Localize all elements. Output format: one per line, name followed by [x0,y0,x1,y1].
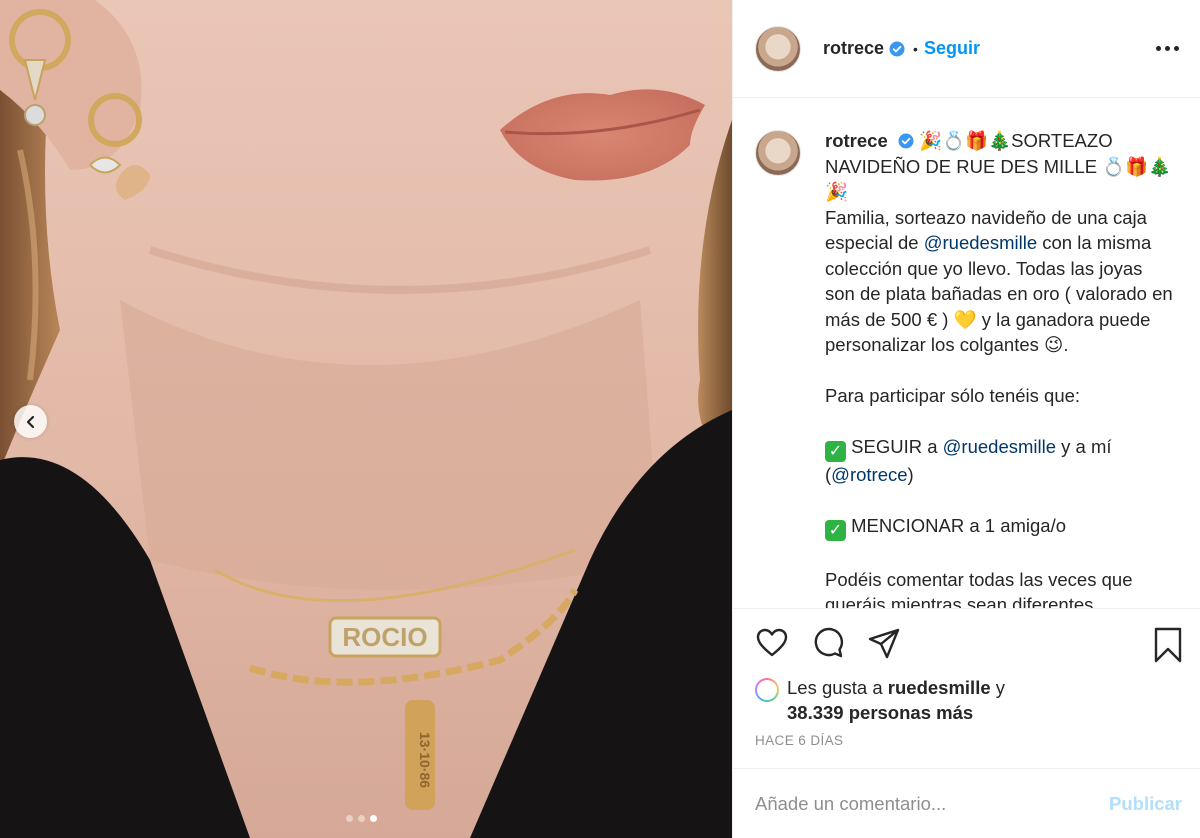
verified-badge-icon [898,133,914,149]
likes-summary: Les gusta a ruedesmille y 38.339 persona… [755,675,1180,725]
comment-button[interactable] [811,626,845,660]
step1-text-c: ) [907,464,914,485]
liker-username[interactable]: ruedesmille [888,677,991,698]
author-avatar[interactable] [755,25,801,72]
like-button[interactable] [755,626,789,660]
caption-text: rotrece 🎉💍🎁🎄SORTEAZO NAVIDEÑO DE RUE DES… [825,128,1175,608]
post-header: rotrece • Seguir [733,0,1200,98]
photo-scene: ROCIO 13·10·86 [0,0,732,838]
heart-icon [756,628,788,657]
chevron-left-icon [26,415,34,428]
actions-section: Les gusta a ruedesmille y 38.339 persona… [733,608,1200,768]
step2-text: MENCIONAR a 1 amiga/o [846,515,1067,536]
carousel-dot-1[interactable] [346,815,353,822]
likes-text: Les gusta a ruedesmille y 38.339 persona… [787,675,1005,725]
caption-participate: Para participar sólo tenéis que: [825,385,1081,406]
carousel-prev-button[interactable] [14,405,47,438]
follow-button[interactable]: Seguir [924,38,980,59]
action-bar [755,623,1180,663]
step1-text-a: SEGUIR a [846,436,943,457]
header-separator: • [913,40,918,57]
carousel-dot-3-active[interactable] [370,815,377,822]
likes-count[interactable]: 38.339 personas más [787,702,973,723]
mention-link[interactable]: @ruedesmille [924,232,1037,253]
author-username[interactable]: rotrece [823,38,884,59]
post-side-panel: rotrece • Seguir rotrece 🎉💍🎁🎄SORTEAZO NA… [732,0,1200,838]
instagram-post: ROCIO 13·10·86 rotrece • Seguir rotrece … [0,0,1200,838]
caption-area: rotrece 🎉💍🎁🎄SORTEAZO NAVIDEÑO DE RUE DES… [733,98,1200,608]
liker-avatar[interactable] [755,678,779,702]
post-photo[interactable]: ROCIO 13·10·86 [0,0,732,838]
carousel-dot-2[interactable] [358,815,365,822]
caption-footer-line-1: Podéis comentar todas las veces que [825,568,1133,590]
carousel-dots [346,815,377,822]
more-options-icon[interactable] [1156,38,1180,58]
share-icon [868,628,900,659]
likes-middle: y [990,677,1006,698]
caption-footer-line-2: queráis mientras sean diferentes [825,594,1094,608]
caption-username[interactable]: rotrece [825,130,888,151]
check-mark-icon: ✓ [825,520,846,541]
mention-link[interactable]: @ruedesmille [943,436,1056,457]
pendant-date-text: 13·10·86 [417,732,433,788]
caption-author-avatar[interactable] [755,130,801,176]
mention-link[interactable]: @rotrece [831,464,907,485]
comment-icon [814,627,844,658]
post-timestamp[interactable]: HACE 6 DÍAS [755,733,1180,748]
comment-input[interactable] [755,792,1085,815]
bookmark-icon[interactable] [1152,627,1184,663]
likes-prefix: Les gusta a [787,677,888,698]
share-button[interactable] [867,626,901,660]
verified-badge-icon [889,41,905,56]
check-mark-icon: ✓ [825,441,846,462]
necklace-name-text: ROCIO [342,622,427,652]
comment-box: Publicar [733,768,1200,838]
publish-button[interactable]: Publicar [1109,793,1182,815]
